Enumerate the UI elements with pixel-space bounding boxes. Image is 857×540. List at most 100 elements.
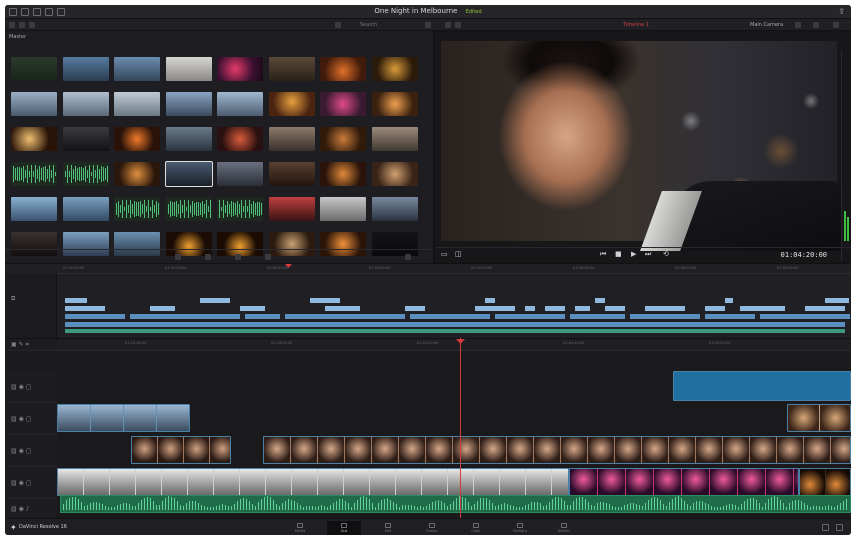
overview-clip[interactable] — [410, 314, 490, 319]
overview-clip[interactable] — [705, 314, 755, 319]
import-icon[interactable] — [9, 22, 15, 28]
media-clip[interactable] — [217, 92, 263, 123]
timeline-clip[interactable] — [57, 468, 569, 496]
more-icon[interactable] — [265, 254, 271, 260]
media-clip[interactable] — [268, 162, 315, 193]
home-icon[interactable] — [822, 524, 829, 531]
timeline-clip[interactable] — [787, 404, 851, 432]
overview-clip[interactable] — [65, 314, 125, 319]
page-tab-deliver[interactable]: Deliver — [547, 521, 581, 535]
safe-area-icon[interactable]: ▭ — [441, 250, 448, 258]
media-clip[interactable] — [320, 57, 366, 88]
fullscreen-icon[interactable] — [833, 22, 839, 28]
overview-clip[interactable] — [705, 306, 725, 311]
overview-clip[interactable] — [310, 298, 340, 303]
overview-clip[interactable] — [325, 306, 360, 311]
page-tab-media[interactable]: Media — [283, 521, 317, 535]
timeline-clip[interactable] — [569, 468, 799, 496]
overview-clip[interactable] — [485, 298, 495, 303]
timeline-clip[interactable] — [263, 436, 851, 464]
media-clip[interactable] — [371, 162, 418, 193]
page-tab-cut[interactable]: Cut — [327, 521, 361, 535]
media-clip[interactable] — [217, 57, 263, 88]
media-clip[interactable] — [62, 57, 109, 88]
media-clip[interactable] — [371, 197, 418, 228]
media-clip[interactable] — [114, 197, 160, 228]
stop-icon[interactable]: ■ — [615, 250, 622, 258]
media-clip[interactable] — [371, 127, 418, 158]
overview-clip[interactable] — [65, 329, 845, 333]
overview-clip[interactable] — [65, 322, 845, 327]
upper-ruler[interactable]: 01:00:00:00 01:01:20:00 01:02:40:00 01:04:0… — [57, 264, 851, 274]
overview-clip[interactable] — [645, 306, 685, 311]
upper-timeline[interactable]: ⧉ 01:00:00:00 01:01:20:00 01:02:40:00 01:04… — [5, 263, 851, 339]
overview-clip[interactable] — [825, 298, 849, 303]
list-view-icon[interactable] — [29, 22, 35, 28]
jump-start-icon[interactable]: ⏮ — [600, 250, 606, 259]
timeline-clip[interactable] — [57, 404, 190, 432]
viewer-mode-icon[interactable] — [425, 22, 431, 28]
pool-bin-label[interactable]: Master — [9, 34, 26, 40]
page-tab-color[interactable]: Color — [459, 521, 493, 535]
timeline-clip[interactable] — [799, 468, 851, 496]
loop-icon[interactable]: ⟲ — [663, 250, 669, 258]
overview-clip[interactable] — [405, 306, 425, 311]
media-clip[interactable] — [11, 92, 57, 123]
overview-clip[interactable] — [200, 298, 230, 303]
media-clip[interactable] — [165, 92, 212, 123]
overview-clip[interactable] — [740, 306, 785, 311]
viewer-camera-label[interactable]: Main Camera — [750, 22, 783, 28]
page-tab-fairlight[interactable]: Fairlight — [503, 521, 537, 535]
media-clip[interactable] — [268, 92, 315, 123]
overview-clip[interactable] — [240, 306, 265, 311]
sort-icon[interactable] — [175, 254, 181, 260]
overview-clip[interactable] — [150, 306, 175, 311]
audio-icon[interactable]: ◫ — [455, 250, 462, 258]
media-clip[interactable] — [114, 127, 160, 158]
media-clip[interactable] — [217, 197, 263, 228]
overview-clip[interactable] — [725, 298, 733, 303]
overview-clip[interactable] — [495, 314, 565, 319]
zoom-icon[interactable] — [795, 22, 801, 28]
overview-clip[interactable] — [570, 314, 625, 319]
playhead-line[interactable] — [460, 338, 461, 518]
size-slider-icon[interactable] — [405, 254, 411, 260]
lower-timeline[interactable]: 01:03:40:00 01:04:00:00 01:04:20:00 01:04:4… — [5, 338, 851, 519]
filter-icon[interactable] — [235, 254, 241, 260]
media-clip[interactable] — [165, 57, 212, 88]
search-label[interactable]: Search — [360, 22, 377, 28]
media-clip[interactable] — [217, 127, 263, 158]
overview-clip[interactable] — [630, 314, 700, 319]
overview-clip[interactable] — [760, 314, 850, 319]
media-clip[interactable] — [11, 127, 57, 158]
settings-icon[interactable] — [836, 524, 843, 531]
overview-clip[interactable] — [245, 314, 280, 319]
media-clip[interactable] — [268, 57, 315, 88]
overview-clip[interactable] — [595, 298, 605, 303]
media-clip[interactable] — [165, 197, 212, 228]
media-clip[interactable] — [62, 162, 109, 193]
overview-clip[interactable] — [575, 306, 590, 311]
overview-clip[interactable] — [805, 306, 845, 311]
media-clip[interactable] — [371, 92, 418, 123]
media-clip[interactable] — [268, 127, 315, 158]
jump-end-icon[interactable]: ⏭ — [645, 250, 651, 259]
viewer-frame[interactable] — [441, 41, 841, 251]
lower-ruler[interactable]: 01:03:40:00 01:04:00:00 01:04:20:00 01:04:4… — [57, 339, 851, 351]
track-controls-icons[interactable]: ▤ ◉ ▢ — [11, 415, 31, 422]
track-controls-icons[interactable]: ▤ ◉ ▢ — [11, 447, 31, 454]
timeline-tools-icons[interactable]: ▣ ✎ ⌗ — [11, 341, 29, 349]
track-controls-icons[interactable]: ▤ ◉ ▢ — [11, 479, 31, 486]
overview-clip[interactable] — [475, 306, 515, 311]
overview-clip[interactable] — [545, 306, 565, 311]
media-clip[interactable] — [320, 197, 366, 228]
media-clip[interactable] — [11, 162, 57, 193]
media-clip[interactable] — [114, 162, 160, 193]
media-clip[interactable] — [114, 92, 160, 123]
media-clip[interactable] — [320, 92, 366, 123]
media-clip[interactable] — [320, 127, 366, 158]
overview-clip[interactable] — [285, 314, 405, 319]
tracks-toggle-icon[interactable]: ⧉ — [11, 295, 15, 303]
overview-clip[interactable] — [130, 314, 240, 319]
viewer-options-icon[interactable] — [813, 22, 819, 28]
